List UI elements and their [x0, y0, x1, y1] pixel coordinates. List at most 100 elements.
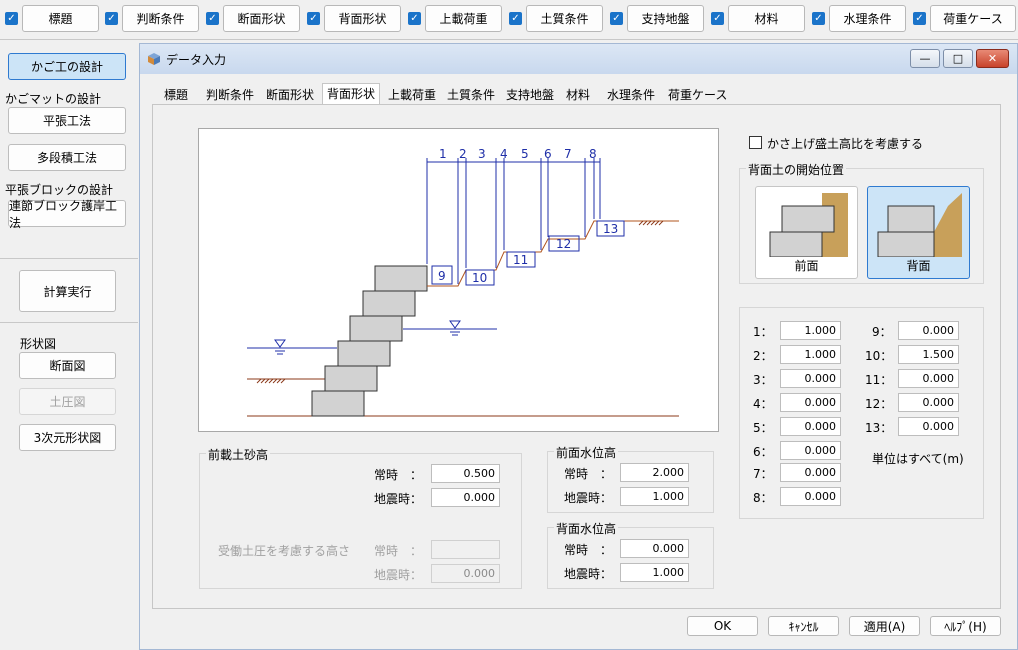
- dim-label: 6: [544, 147, 552, 161]
- kago-design-button[interactable]: かご工の設計: [8, 53, 126, 80]
- passive-normal-input[interactable]: [431, 540, 500, 559]
- tab-section-shape[interactable]: 断面形状: [266, 86, 314, 104]
- dim-label: 5: [521, 147, 529, 161]
- toolbar-button-surcharge[interactable]: 上載荷重: [425, 5, 502, 32]
- passive-quake-input[interactable]: 0.000: [431, 564, 500, 583]
- shape-figure-heading: 形状図: [20, 337, 57, 351]
- front-start-icon: [769, 193, 848, 258]
- group-title: 前面水位高: [554, 444, 619, 461]
- dim-label: 1: [439, 147, 447, 161]
- quake-label: 地震時：: [374, 492, 423, 506]
- block-revetment-button[interactable]: 連節ブロック護岸工法: [8, 199, 126, 230]
- dimension-inputs-group: 1： 1.000 2： 1.000 3： 0.000 4： 0.000 5： 0…: [739, 307, 984, 519]
- run-calculation-button[interactable]: 計算実行: [19, 270, 116, 312]
- back-water-level-icon: [449, 320, 461, 336]
- dim-8-input[interactable]: 0.000: [780, 487, 841, 506]
- cancel-button[interactable]: ｷｬﾝｾﾙ: [768, 616, 839, 636]
- close-button[interactable]: ✕: [976, 49, 1009, 68]
- ok-button[interactable]: OK: [687, 616, 758, 636]
- toolbar-button-soil[interactable]: 土質条件: [526, 5, 603, 32]
- multi-stage-button[interactable]: 多段積工法: [8, 144, 126, 171]
- checkbox-checked-icon[interactable]: ✓: [812, 12, 825, 25]
- front-label: 前面: [794, 259, 819, 273]
- start-front-button[interactable]: 前面: [755, 186, 858, 279]
- dim-1-input[interactable]: 1.000: [780, 321, 841, 340]
- section-figure-button[interactable]: 断面図: [19, 352, 116, 379]
- apply-button[interactable]: 適用(A): [849, 616, 920, 636]
- back-soil-start-group: 背面土の開始位置 前面 背面: [739, 161, 984, 284]
- dim-11-input[interactable]: 0.000: [898, 369, 959, 388]
- back-water-normal-input[interactable]: 0.000: [620, 539, 689, 558]
- step-label: 12: [556, 237, 571, 251]
- toolbar-button-section-shape[interactable]: 断面形状: [223, 5, 300, 32]
- top-toolbar: ✓ 標題 ✓ 判断条件 ✓ 断面形状 ✓ 背面形状 ✓ 上載荷重 ✓ 土質条件 ✓ 支持地盤 …: [0, 0, 1018, 40]
- checkbox-checked-icon[interactable]: ✓: [913, 12, 926, 25]
- flat-method-button[interactable]: 平張工法: [8, 107, 126, 134]
- fill-quake-input[interactable]: 0.000: [431, 488, 500, 507]
- checkbox-checked-icon[interactable]: ✓: [610, 12, 623, 25]
- checkbox-checked-icon[interactable]: ✓: [509, 12, 522, 25]
- checkbox-checked-icon[interactable]: ✓: [105, 12, 118, 25]
- dim-5-input[interactable]: 0.000: [780, 417, 841, 436]
- minimize-button[interactable]: —: [910, 49, 940, 68]
- toolbar-button-foundation[interactable]: 支持地盤: [627, 5, 704, 32]
- toolbar-button-load-case[interactable]: 荷重ケース: [930, 5, 1016, 32]
- dim-7-input[interactable]: 0.000: [780, 463, 841, 482]
- tab-title[interactable]: 標題: [164, 86, 188, 104]
- dim-12-label: 12：: [865, 397, 893, 411]
- dim-4-label: 4：: [753, 397, 773, 411]
- group-title: 前載土砂高: [206, 446, 271, 463]
- back-shape-figure: 1 2 3 4 5 6 7 8 9 10 11 12 13: [198, 128, 719, 432]
- toolbar-button-back-shape[interactable]: 背面形状: [324, 5, 401, 32]
- tab-soil[interactable]: 土質条件: [447, 86, 495, 104]
- earth-pressure-figure-button[interactable]: 土圧図: [19, 388, 116, 415]
- back-water-quake-input[interactable]: 1.000: [620, 563, 689, 582]
- dim-10-input[interactable]: 1.500: [898, 345, 959, 364]
- tab-material[interactable]: 材料: [566, 86, 590, 104]
- dim-4-input[interactable]: 0.000: [780, 393, 841, 412]
- tab-surcharge[interactable]: 上載荷重: [388, 86, 436, 104]
- start-back-button[interactable]: 背面: [867, 186, 970, 279]
- tab-foundation[interactable]: 支持地盤: [506, 86, 554, 104]
- dim-3-input[interactable]: 0.000: [780, 369, 841, 388]
- dim-13-label: 13：: [865, 421, 893, 435]
- dim-label: 2: [459, 147, 467, 161]
- dim-9-input[interactable]: 0.000: [898, 321, 959, 340]
- dim-10-label: 10：: [865, 349, 893, 363]
- tab-criteria[interactable]: 判断条件: [206, 86, 254, 104]
- tab-back-shape[interactable]: 背面形状: [322, 83, 381, 105]
- raise-ratio-label: かさ上げ盛土高比を考慮する: [767, 137, 924, 151]
- passive-pressure-label: 受働土圧を考慮する高さ: [218, 544, 351, 558]
- front-fill-height-group: 前載土砂高 常時 ： 0.500 地震時： 0.000 受働土圧を考慮する高さ …: [199, 446, 522, 589]
- step-label: 11: [513, 253, 528, 267]
- toolbar-button-title[interactable]: 標題: [22, 5, 99, 32]
- checkbox-checked-icon[interactable]: ✓: [307, 12, 320, 25]
- front-water-quake-input[interactable]: 1.000: [620, 487, 689, 506]
- dim-9-label: 9：: [872, 325, 892, 339]
- checkbox-checked-icon[interactable]: ✓: [711, 12, 724, 25]
- front-water-level-icon: [274, 339, 286, 355]
- toolbar-button-hydraulic[interactable]: 水理条件: [829, 5, 906, 32]
- dim-6-input[interactable]: 0.000: [780, 441, 841, 460]
- dim-13-input[interactable]: 0.000: [898, 417, 959, 436]
- maximize-button[interactable]: □: [943, 49, 973, 68]
- fill-normal-input[interactable]: 0.500: [431, 464, 500, 483]
- back-start-icon: [877, 193, 962, 258]
- dim-label: 4: [500, 147, 508, 161]
- toolbar-button-material[interactable]: 材料: [728, 5, 805, 32]
- tab-load-case[interactable]: 荷重ケース: [668, 86, 727, 104]
- toolbar-button-criteria[interactable]: 判断条件: [122, 5, 199, 32]
- help-button[interactable]: ﾍﾙﾌﾟ(H): [930, 616, 1001, 636]
- checkbox-checked-icon[interactable]: ✓: [206, 12, 219, 25]
- checkbox-checked-icon[interactable]: ✓: [408, 12, 421, 25]
- 3d-shape-figure-button[interactable]: 3次元形状図: [19, 424, 116, 451]
- front-water-normal-input[interactable]: 2.000: [620, 463, 689, 482]
- dialog-titlebar[interactable]: データ入力 — □ ✕: [140, 44, 1017, 74]
- dim-12-input[interactable]: 0.000: [898, 393, 959, 412]
- dim-2-input[interactable]: 1.000: [780, 345, 841, 364]
- tab-hydraulic[interactable]: 水理条件: [607, 86, 655, 104]
- raise-ratio-checkbox[interactable]: [749, 136, 762, 149]
- data-input-dialog: データ入力 — □ ✕ 標題 判断条件 断面形状 背面形状 上載荷重 土質条件 …: [139, 43, 1018, 650]
- dim-7-label: 7：: [753, 467, 773, 481]
- checkbox-checked-icon[interactable]: ✓: [5, 12, 18, 25]
